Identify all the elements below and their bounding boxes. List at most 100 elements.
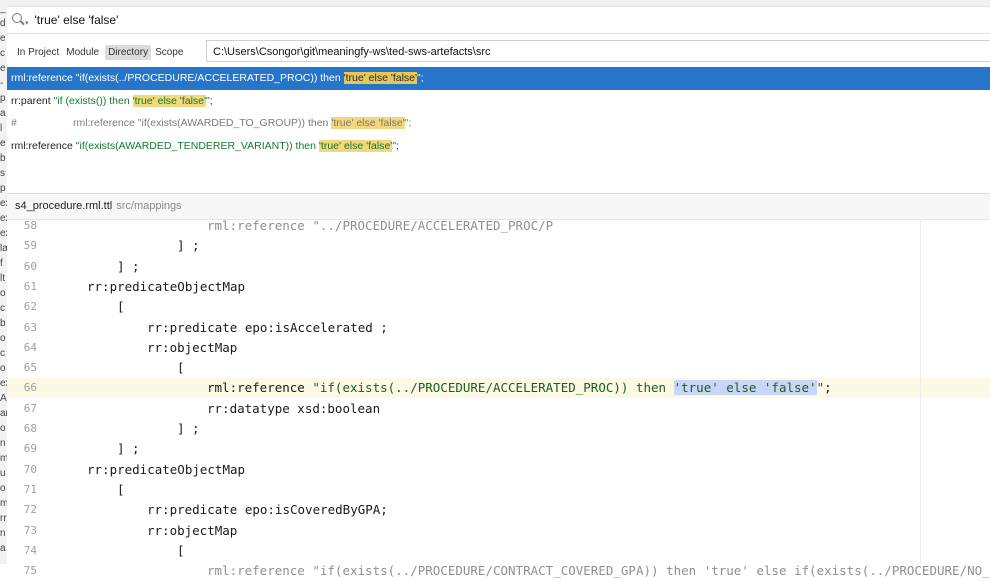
background-char: e	[0, 138, 6, 149]
code-line[interactable]: 75 rml:reference "if(exists(../PROCEDURE/…	[7, 561, 990, 581]
background-char: e	[0, 63, 6, 74]
code-text: rml:reference "if(exists(../PROCEDURE/CO…	[207, 563, 990, 579]
background-char: p	[0, 93, 6, 104]
background-char: c	[0, 48, 5, 59]
code-text: ] ;	[117, 441, 140, 457]
background-char: b	[0, 318, 6, 329]
right-margin-guide	[920, 219, 921, 564]
result-row[interactable]: rr:parent "if (exists()) then 'true' els…	[7, 90, 990, 113]
code-line[interactable]: 65 [	[7, 358, 990, 378]
code-token: ;	[824, 380, 832, 396]
result-match: 'true' else 'false'	[318, 140, 393, 153]
line-number: 64	[23, 340, 37, 354]
background-char: a	[0, 543, 6, 554]
scope-tab-module[interactable]: Module	[65, 45, 100, 60]
line-number: 60	[23, 259, 37, 273]
background-char: _	[0, 3, 6, 14]
background-char: s	[0, 168, 5, 179]
line-number: 71	[23, 482, 37, 496]
code-line[interactable]: 74 [	[7, 541, 990, 561]
code-line[interactable]: 71 [	[7, 480, 990, 500]
background-char: n	[0, 528, 6, 539]
results-empty-area	[7, 160, 990, 194]
result-tail: ;	[420, 72, 424, 84]
code-line[interactable]: 62 [	[7, 297, 990, 317]
code-text: ] ;	[177, 421, 200, 436]
code-line[interactable]: 72 rr:predicate epo:isCoveredByGPA;	[7, 500, 990, 520]
result-string: "if(exists(../PROCEDURE/ACCELERATED_PROC…	[75, 72, 344, 84]
code-text: rr:predicate epo:isAccelerated ;	[147, 319, 388, 335]
preview-editor[interactable]: 58 rml:reference "../PROCEDURE/ACCELERATE…	[7, 218, 990, 578]
code-line[interactable]: 59 ] ;	[7, 236, 990, 256]
background-char: o	[0, 363, 6, 374]
code-text: rr:predicateObjectMap	[87, 278, 246, 294]
result-row[interactable]: # rml:reference "if(exists(AWARDED_TO_GRO…	[7, 112, 990, 135]
background-char: n	[0, 438, 6, 449]
line-number: 65	[23, 361, 37, 375]
code-line[interactable]: 63 rr:predicate epo:isAccelerated ;	[7, 318, 990, 338]
code-match-highlight: 'true' else 'false'	[673, 380, 817, 396]
background-char: c	[0, 303, 5, 314]
code-token: "if(exists(../PROCEDURE/ACCELERATED_PROC…	[312, 380, 674, 396]
code-line[interactable]: 68 ] ;	[7, 419, 990, 439]
background-char: d	[0, 18, 6, 29]
code-token: "	[816, 380, 825, 396]
background-char: l	[0, 123, 3, 134]
code-line[interactable]: 67 rr:datatype xsd:boolean	[7, 399, 990, 419]
scope-tab-scope[interactable]: Scope	[154, 45, 184, 60]
result-string: "if (exists()) then	[53, 94, 133, 107]
result-prefix: rml:reference	[73, 117, 138, 130]
find-in-path-popup: ▾ 'true' else 'false' In Project Module …	[7, 0, 990, 578]
code-text: rr:objectMap	[147, 339, 238, 355]
result-row[interactable]: rml:reference "if(exists(../PROCEDURE/AC…	[7, 67, 990, 90]
code-text: [	[177, 542, 185, 558]
code-line[interactable]: 69 ] ;	[7, 439, 990, 459]
code-line[interactable]: 70 rr:predicateObjectMap	[7, 460, 990, 480]
line-number: 67	[23, 401, 37, 415]
result-row[interactable]: rml:reference "if(exists(AWARDED_TENDERE…	[7, 135, 990, 158]
scope-row: In Project Module Directory Scope C:\Use…	[7, 38, 990, 66]
background-char: lt	[0, 273, 5, 284]
background-char: -	[0, 78, 4, 89]
search-input[interactable]: 'true' else 'false'	[35, 13, 119, 27]
code-text: ] ;	[177, 238, 200, 254]
line-number: 62	[23, 300, 37, 314]
background-char: o	[0, 423, 6, 434]
result-match: 'true' else 'false'	[132, 94, 206, 107]
background-char: f	[0, 258, 3, 269]
directory-path-field[interactable]: C:\Users\Csongor\git\meaningfy-ws\ted-sw…	[206, 40, 990, 62]
code-line[interactable]: 61 rr:predicateObjectMap	[7, 277, 990, 297]
background-char: o	[0, 333, 6, 344]
result-tail: ;	[209, 94, 213, 107]
code-text: [	[177, 360, 185, 376]
line-number: 73	[23, 523, 37, 537]
scope-tab-in-project[interactable]: In Project	[16, 45, 60, 60]
scope-tab-directory[interactable]: Directory	[105, 44, 152, 60]
code-text: rr:predicateObjectMap	[87, 461, 246, 477]
code-text: [	[117, 481, 125, 497]
code-text: rr:datatype xsd:boolean	[207, 400, 381, 416]
line-number: 68	[23, 422, 37, 435]
code-line[interactable]: 66 rml:reference "if(exists(../PROCEDURE/…	[7, 378, 990, 399]
code-line[interactable]: 60] ;	[7, 257, 990, 277]
result-match: 'true' else 'false'	[343, 72, 418, 84]
code-text: rr:predicate epo:isCoveredByGPA;	[147, 502, 388, 518]
code-token: rml:reference	[207, 380, 313, 396]
background-char: o	[0, 288, 6, 299]
line-number: 74	[23, 543, 37, 557]
code-line[interactable]: 73 rr:objectMap	[7, 521, 990, 541]
result-prefix: rr:parent	[11, 94, 54, 107]
line-number: 59	[23, 239, 37, 253]
search-icon[interactable]	[11, 12, 27, 28]
code-line[interactable]: 64 rr:objectMap	[7, 338, 990, 358]
result-tail: ;	[408, 117, 412, 130]
line-number: 69	[23, 442, 37, 456]
code-text: [	[117, 299, 125, 315]
background-char: rr	[0, 513, 7, 524]
result-prefix: rml:reference	[11, 140, 76, 153]
popup-header-bar	[7, 0, 990, 7]
result-tail: ;	[396, 140, 399, 153]
line-number: 70	[23, 462, 37, 476]
result-comment-hash: #	[11, 117, 17, 130]
line-number: 63	[23, 320, 37, 334]
